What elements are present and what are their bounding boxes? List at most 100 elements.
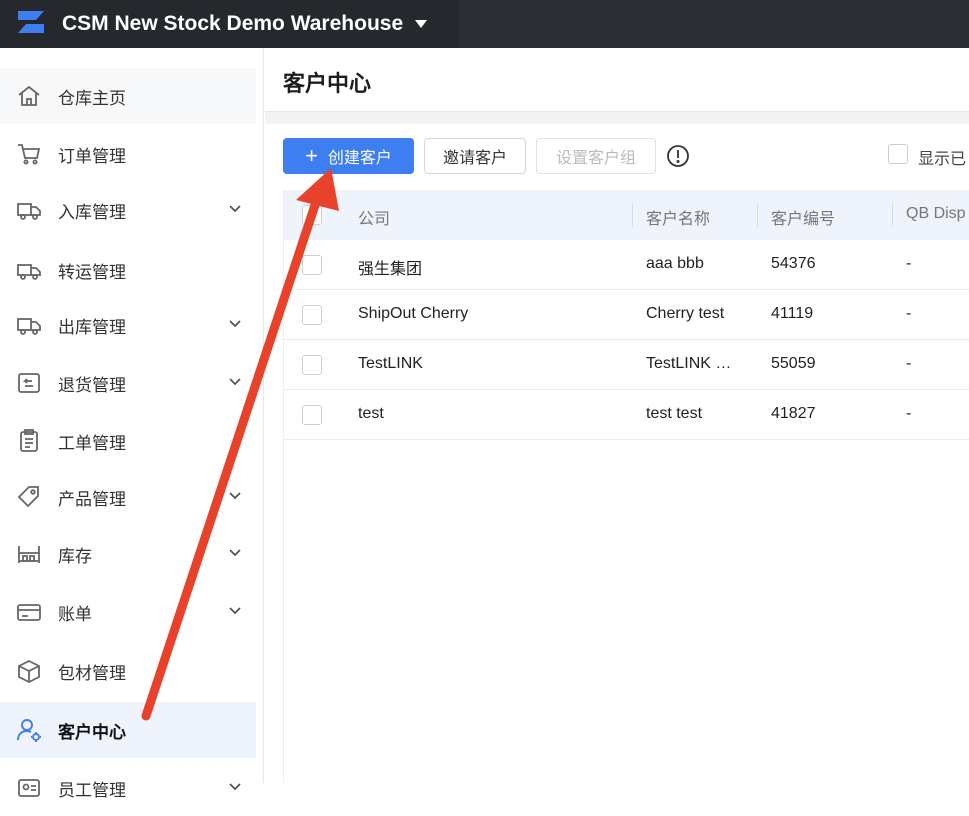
sidebar-item-orders[interactable]: 订单管理 xyxy=(0,126,256,182)
cell-company: test xyxy=(358,405,384,422)
cell-name: Cherry test xyxy=(646,305,725,322)
outbound-truck-icon xyxy=(16,312,42,338)
table-row[interactable]: ShipOut Cherry Cherry test 41119 - xyxy=(284,290,969,340)
user-gear-icon xyxy=(16,717,42,743)
cell-name: aaa bbb xyxy=(646,255,704,272)
row-checkbox[interactable] xyxy=(302,355,322,375)
row-checkbox[interactable] xyxy=(302,405,322,425)
cell-code: 41827 xyxy=(771,405,816,422)
plus-icon: + xyxy=(305,143,318,168)
sidebar-item-customers[interactable]: 客户中心 xyxy=(0,702,256,758)
show-checkbox-label: 显示已 xyxy=(918,151,967,168)
sidebar-item-label: 仓库主页 xyxy=(58,88,126,108)
cart-icon xyxy=(16,141,42,167)
table-header: 公司 客户名称 客户编号 QB Disp xyxy=(284,190,969,240)
section-divider xyxy=(265,112,969,124)
sidebar-item-transfer[interactable]: 转运管理 xyxy=(0,242,256,298)
chevron-down-icon xyxy=(229,549,241,557)
chevron-down-icon xyxy=(229,607,241,615)
select-all-checkbox[interactable] xyxy=(302,205,322,225)
column-header-qb[interactable]: QB Disp xyxy=(906,205,966,223)
invite-customer-button[interactable]: 邀请客户 xyxy=(424,138,526,174)
column-header-code[interactable]: 客户编号 xyxy=(771,205,835,229)
chevron-down-icon xyxy=(229,783,241,791)
sidebar-item-packaging[interactable]: 包材管理 xyxy=(0,643,256,699)
home-icon xyxy=(16,83,42,109)
column-divider xyxy=(892,203,893,227)
cell-code: 41119 xyxy=(771,305,814,322)
chevron-down-icon xyxy=(229,492,241,500)
top-bar: CSM New Stock Demo Warehouse xyxy=(0,0,969,48)
invite-customer-label: 邀请客户 xyxy=(442,150,507,167)
sidebar-item-label: 入库管理 xyxy=(58,202,126,222)
sidebar-item-outbound[interactable]: 出库管理 xyxy=(0,297,256,353)
sidebar-item-inventory[interactable]: 库存 xyxy=(0,526,256,582)
table-row[interactable]: 强生集团 aaa bbb 54376 - xyxy=(284,240,969,290)
sidebar-item-label: 订单管理 xyxy=(58,146,126,166)
customer-table: 公司 客户名称 客户编号 QB Disp 强生集团 aaa bbb 54376 … xyxy=(283,190,969,783)
sidebar-item-staff[interactable]: 员工管理 xyxy=(0,760,256,816)
chevron-down-icon xyxy=(229,205,241,213)
cell-qb: - xyxy=(906,355,912,372)
clipboard-icon xyxy=(16,428,42,454)
sidebar: 仓库主页 订单管理 入库管理 转运管理 出库管理 退货管理 工单管理 产品管理 … xyxy=(0,48,264,800)
chevron-down-icon xyxy=(229,320,241,328)
table-row[interactable]: TestLINK TestLINK … 55059 - xyxy=(284,340,969,390)
cell-name: TestLINK … xyxy=(646,355,732,372)
row-checkbox[interactable] xyxy=(302,305,322,325)
warehouse-name: CSM New Stock Demo Warehouse xyxy=(62,12,404,35)
cell-name: test test xyxy=(646,405,703,422)
sidebar-item-label: 退货管理 xyxy=(58,375,126,395)
column-header-company[interactable]: 公司 xyxy=(358,205,390,229)
table-row[interactable]: test test test 41827 - xyxy=(284,390,969,440)
warehouse-switcher[interactable]: CSM New Stock Demo Warehouse xyxy=(0,0,458,48)
page-header: 客户中心 xyxy=(265,48,969,112)
sidebar-item-label: 出库管理 xyxy=(58,317,126,337)
sidebar-item-label: 转运管理 xyxy=(58,262,126,282)
cell-qb: - xyxy=(906,305,912,322)
column-divider xyxy=(632,203,633,227)
sidebar-item-label: 包材管理 xyxy=(58,663,126,683)
box-icon xyxy=(16,658,42,684)
cell-code: 55059 xyxy=(771,355,816,372)
sidebar-item-products[interactable]: 产品管理 xyxy=(0,469,256,525)
staff-icon xyxy=(16,775,42,801)
cell-qb: - xyxy=(906,405,912,422)
sidebar-item-workorders[interactable]: 工单管理 xyxy=(0,413,256,469)
transfer-truck-icon xyxy=(16,257,42,283)
sidebar-item-label: 工单管理 xyxy=(58,433,126,453)
column-divider xyxy=(757,203,758,227)
column-header-name[interactable]: 客户名称 xyxy=(646,205,710,229)
sidebar-item-inbound[interactable]: 入库管理 xyxy=(0,182,256,238)
cell-company: ShipOut Cherry xyxy=(358,305,469,322)
info-icon[interactable] xyxy=(666,144,690,168)
cell-company: 强生集团 xyxy=(358,261,423,278)
create-customer-button[interactable]: + 创建客户 xyxy=(283,138,414,174)
cell-qb: - xyxy=(906,255,912,272)
sidebar-item-label: 员工管理 xyxy=(58,780,126,800)
create-customer-label: 创建客户 xyxy=(327,150,392,167)
inbound-truck-icon xyxy=(16,197,42,223)
logo-icon xyxy=(14,5,48,44)
set-customer-group-label: 设置客户组 xyxy=(555,150,636,167)
sidebar-item-label: 库存 xyxy=(58,546,92,566)
chevron-down-icon xyxy=(229,378,241,386)
cell-code: 54376 xyxy=(771,255,816,272)
card-icon xyxy=(16,599,42,625)
set-customer-group-button[interactable]: 设置客户组 xyxy=(536,138,656,174)
page-title: 客户中心 xyxy=(283,71,372,96)
sidebar-item-billing[interactable]: 账单 xyxy=(0,584,256,640)
sidebar-item-label: 产品管理 xyxy=(58,489,126,509)
cell-company: TestLINK xyxy=(358,355,423,372)
sidebar-item-label: 账单 xyxy=(58,604,92,624)
return-icon xyxy=(16,370,42,396)
main-content: + 创建客户 邀请客户 设置客户组 显示已 公司 客户名称 客户编号 QB Di… xyxy=(265,124,969,783)
sidebar-item-home[interactable]: 仓库主页 xyxy=(0,68,256,124)
row-checkbox[interactable] xyxy=(302,255,322,275)
sidebar-item-returns[interactable]: 退货管理 xyxy=(0,355,256,411)
shelf-icon xyxy=(16,541,42,567)
caret-down-icon xyxy=(415,20,428,28)
tag-icon xyxy=(16,484,42,510)
show-checkbox[interactable] xyxy=(888,144,908,164)
sidebar-item-label: 客户中心 xyxy=(58,722,126,742)
